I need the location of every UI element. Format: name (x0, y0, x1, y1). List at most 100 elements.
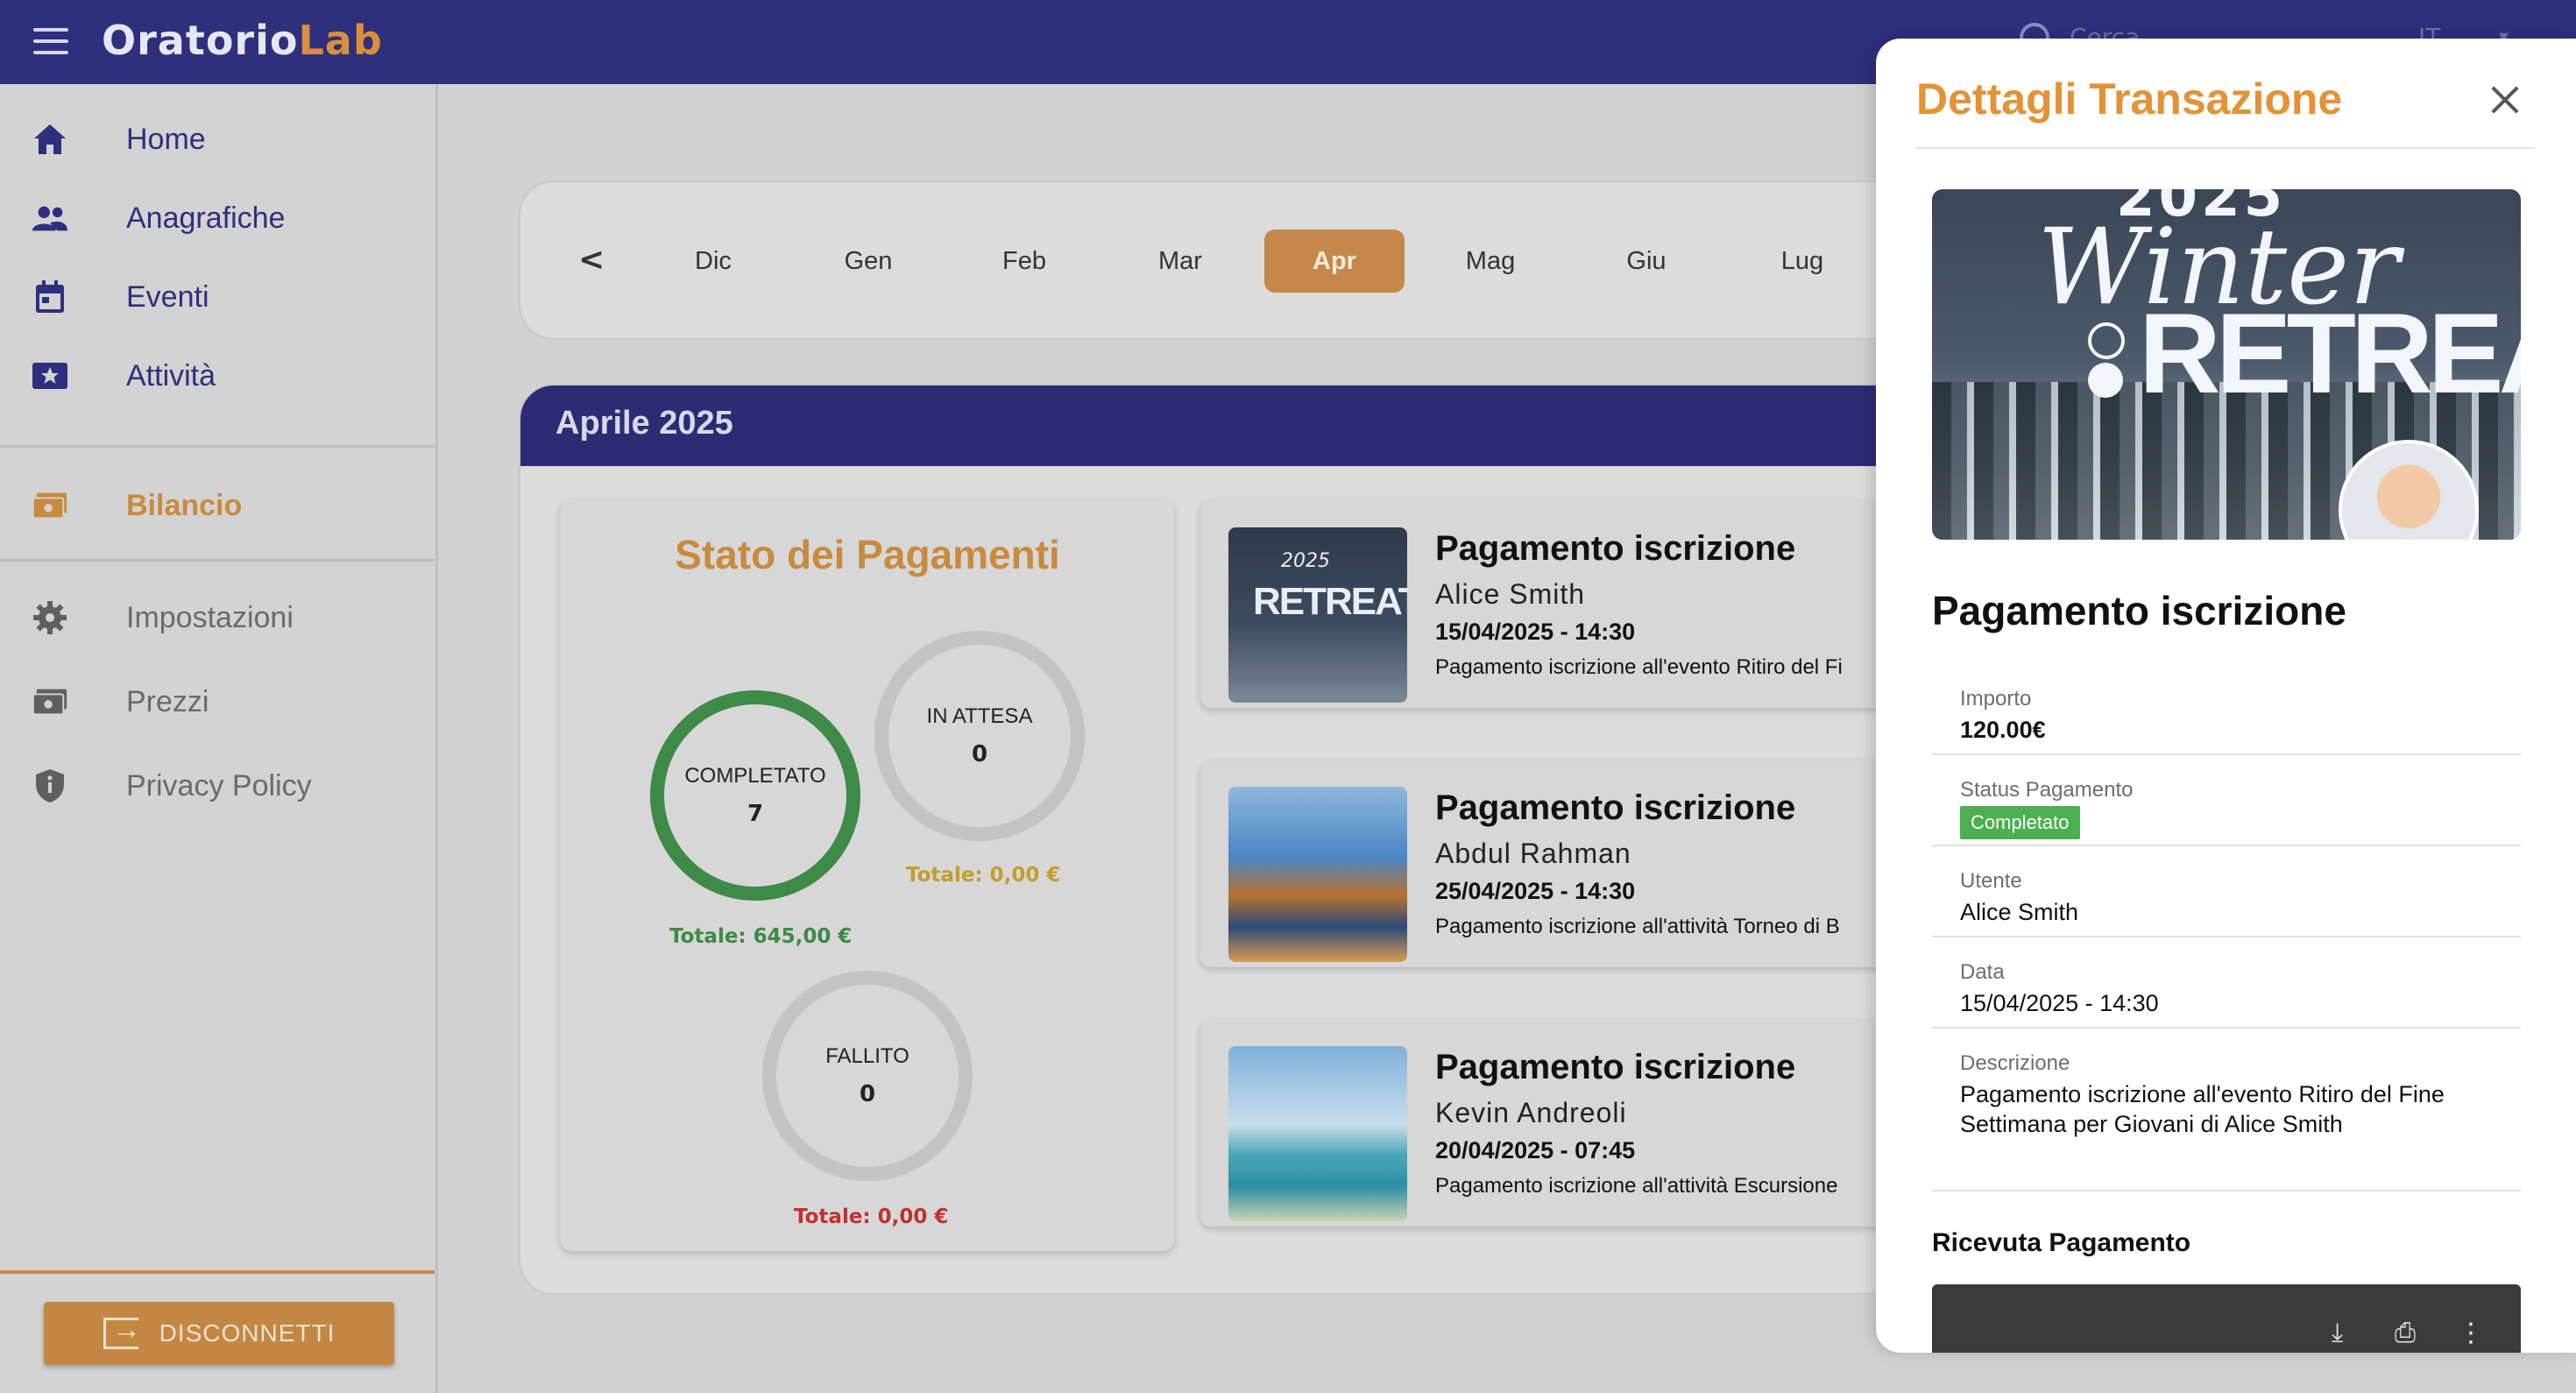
month-tab-selected[interactable]: Apr (1264, 230, 1405, 293)
month-tab[interactable]: Gen (798, 230, 938, 293)
sidebar-bottom-divider (0, 1270, 435, 1274)
month-tab[interactable]: Mar (1110, 230, 1250, 293)
logo-badge (2088, 363, 2123, 398)
hero-retreat: RETREAT (2139, 289, 2521, 417)
failed-ring[interactable]: FALLITO 0 (762, 971, 973, 1181)
panel-divider (1916, 147, 2535, 149)
pending-count: 0 (971, 741, 988, 767)
brand-part2: Lab (298, 17, 383, 64)
sidebar-divider (0, 445, 435, 448)
print-icon[interactable]: ⎙ (2395, 1318, 2416, 1348)
calendar-icon (32, 279, 68, 315)
download-icon[interactable]: ⤓ (2332, 1318, 2343, 1348)
section-header: Aprile 2025 (520, 385, 2006, 466)
transaction-description: Pagamento iscrizione all'attività Torneo… (1435, 915, 1840, 938)
description-field: Descrizione Pagamento iscrizione all'eve… (1932, 1029, 2521, 1191)
sidebar-item-label: Prezzi (126, 685, 209, 718)
sidebar-item-privacy-policy[interactable]: Privacy Policy (0, 746, 435, 825)
user-field: Utente Alice Smith (1932, 846, 2521, 937)
people-icon (32, 200, 68, 237)
event-cover-image: 2025 Winter RETREAT (1932, 189, 2521, 540)
date-field: Data 15/04/2025 - 14:30 (1932, 937, 2521, 1029)
gear-icon (32, 599, 68, 636)
sidebar-item-impostazioni[interactable]: Impostazioni (0, 578, 435, 657)
sidebar-item-anagrafiche[interactable]: Anagrafiche (0, 179, 435, 258)
shield-icon (32, 767, 68, 804)
sidebar-item-prezzi[interactable]: Prezzi (0, 662, 435, 741)
section-title: Aprile 2025 (556, 405, 733, 442)
transaction-description: Pagamento iscrizione all'evento Ritiro d… (1435, 655, 1843, 679)
transaction-title: Pagamento iscrizione (1435, 788, 1796, 827)
date-label: Data (1960, 960, 2005, 984)
transaction-description: Pagamento iscrizione all'attività Escurs… (1435, 1174, 1838, 1198)
sidebar-item-label: Privacy Policy (126, 769, 312, 803)
logo-badge (2088, 322, 2125, 359)
user-label: Utente (1960, 869, 2022, 893)
month-tab[interactable]: Feb (954, 230, 1094, 293)
sidebar-item-attivita[interactable]: Attività (0, 336, 435, 415)
transaction-user: Alice Smith (1435, 578, 1586, 610)
transaction-title: Pagamento iscrizione (1435, 529, 1796, 568)
event-thumbnail: 2025 RETREAT (1228, 527, 1407, 703)
transaction-detail-panel: Dettagli Transazione 2025 Winter RETREAT… (1876, 39, 2576, 1353)
payment-status-title: Stato dei Pagamenti (675, 532, 1060, 577)
transaction-date: 20/04/2025 - 07:45 (1435, 1137, 1636, 1163)
month-tab[interactable]: Giu (1576, 230, 1716, 293)
brand-part1: Oratorio (102, 17, 299, 64)
month-tab[interactable]: Mag (1420, 230, 1560, 293)
pending-total: Totale: 0,00 € (906, 864, 1061, 887)
transaction-user: Kevin Andreoli (1435, 1097, 1627, 1128)
description-label: Descrizione (1960, 1051, 2070, 1075)
sidebar-item-eventi[interactable]: Eventi (0, 258, 435, 336)
sidebar-item-label: Home (126, 123, 206, 156)
sidebar-item-bilancio[interactable]: Bilancio (0, 466, 435, 545)
app-logo[interactable]: OratorioLab (102, 12, 383, 68)
sidebar-item-label: Attività (126, 359, 216, 392)
failed-total: Totale: 0,00 € (794, 1206, 949, 1228)
transaction-user: Abdul Rahman (1435, 838, 1631, 869)
status-label: Status Pagamento (1960, 778, 2134, 802)
sidebar-item-label: Eventi (126, 280, 209, 314)
panel-title: Dettagli Transazione (1916, 74, 2343, 124)
completed-ring[interactable]: COMPLETATO 7 (650, 690, 860, 901)
amount-field: Importo 120.00€ (1932, 664, 2521, 755)
activity-thumbnail (1228, 787, 1407, 962)
pending-ring[interactable]: IN ATTESA 0 (874, 631, 1085, 841)
star-ticket-icon (32, 357, 68, 394)
date-value: 15/04/2025 - 14:30 (1960, 990, 2159, 1016)
status-field: Status Pagamento Completato (1932, 755, 2521, 846)
money-icon (32, 487, 68, 524)
completed-total: Totale: 645,00 € (669, 925, 853, 948)
close-icon[interactable] (2484, 79, 2526, 121)
description-value: Pagamento iscrizione all'evento Ritiro d… (1960, 1081, 2445, 1137)
hamburger-menu-icon[interactable] (33, 28, 68, 56)
activity-thumbnail (1228, 1046, 1407, 1221)
sidebar-item-label: Anagrafiche (126, 202, 286, 235)
month-tab[interactable]: Lug (1732, 230, 1872, 293)
money-icon (32, 683, 68, 720)
chevron-left-icon[interactable]: < (578, 242, 605, 278)
month-tab[interactable]: Dic (643, 230, 783, 293)
receipt-pdf-viewer: ⤓ ⎙ ⋮ (1932, 1284, 2521, 1353)
sidebar-item-home[interactable]: Home (0, 100, 435, 179)
transaction-date: 15/04/2025 - 14:30 (1435, 619, 1636, 645)
more-vert-icon[interactable]: ⋮ (2458, 1318, 2484, 1348)
thumb-year: 2025 (1281, 550, 1330, 572)
amount-value: 120.00€ (1960, 717, 2046, 743)
sidebar: Home Anagrafiche Eventi Attività Bilanci… (0, 84, 438, 1393)
sidebar-item-label: Impostazioni (126, 601, 294, 634)
detail-heading: Pagamento iscrizione (1932, 588, 2346, 633)
failed-label: FALLITO (825, 1044, 909, 1068)
completed-count: 7 (747, 801, 764, 827)
transaction-title: Pagamento iscrizione (1435, 1048, 1796, 1086)
pending-label: IN ATTESA (926, 704, 1033, 728)
home-icon (32, 121, 68, 158)
sidebar-divider (0, 559, 435, 562)
sidebar-item-label: Bilancio (126, 489, 243, 522)
logout-icon (103, 1313, 142, 1349)
thumb-retreat: RETREAT (1253, 580, 1407, 623)
logout-button[interactable]: DISCONNETTI (44, 1302, 394, 1365)
transaction-date: 25/04/2025 - 14:30 (1435, 878, 1636, 904)
completed-label: COMPLETATO (684, 764, 826, 788)
amount-label: Importo (1960, 687, 2032, 711)
